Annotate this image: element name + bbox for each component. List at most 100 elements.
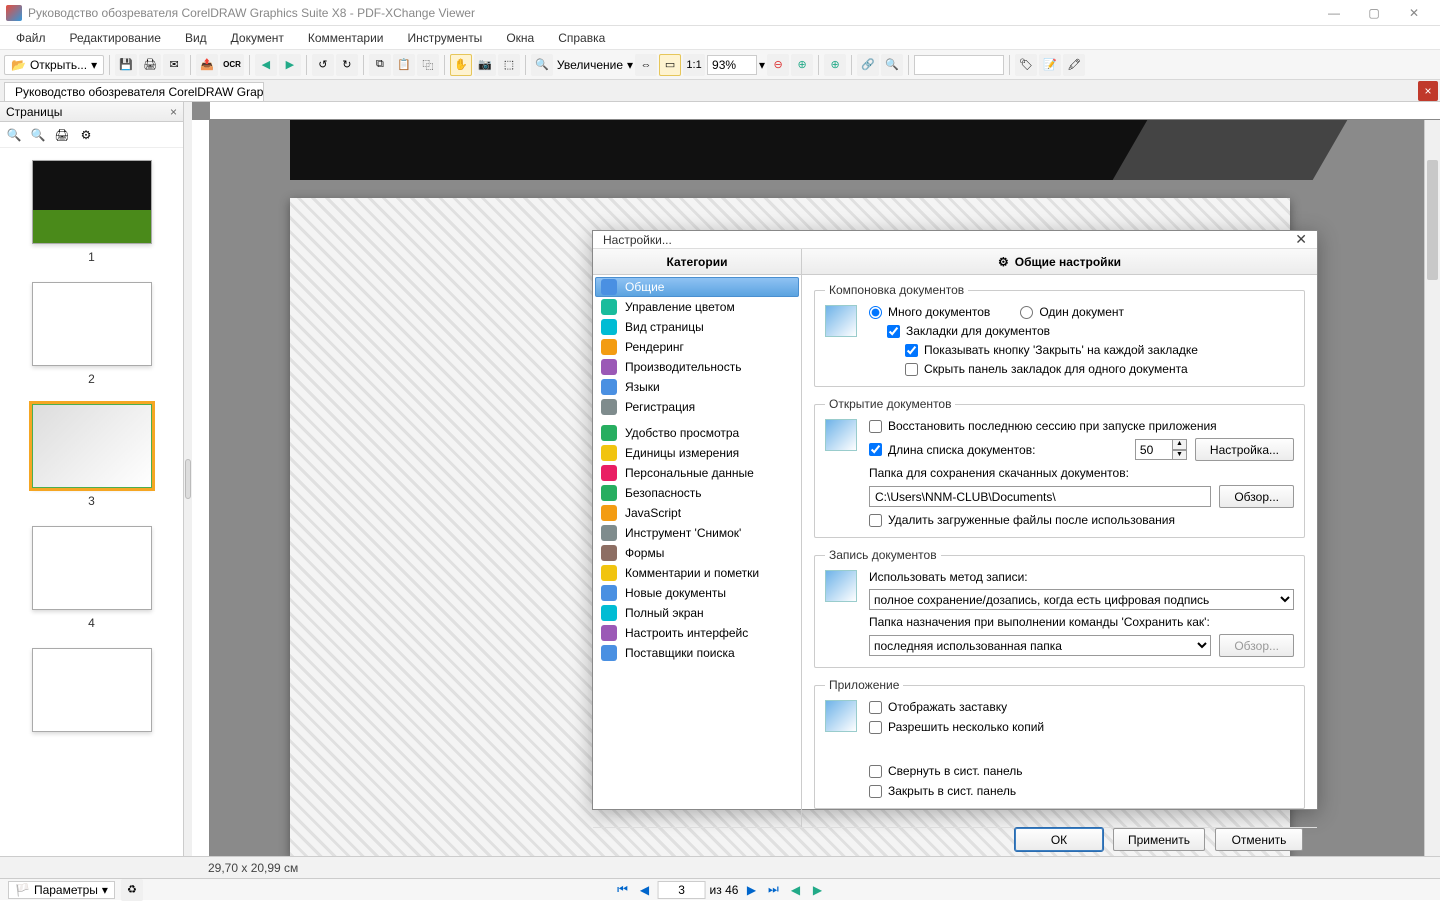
rotate-ccw-icon[interactable]: ↺ [312,54,334,76]
download-folder-input[interactable] [869,486,1211,507]
nav-forward-icon[interactable]: ▶ [808,881,826,899]
category-snapshot[interactable]: Инструмент 'Снимок' [595,523,799,543]
scrollbar-thumb[interactable] [1427,160,1438,280]
checkbox-minimize-tray[interactable] [869,765,882,778]
undo-icon[interactable]: ◀ [255,54,277,76]
splitter[interactable] [184,102,192,856]
paste-icon[interactable]: 📋 [393,54,415,76]
snapshot-icon[interactable]: 📷 [474,54,496,76]
stamp-icon[interactable]: 🏷 [1015,54,1037,76]
category-languages[interactable]: Языки [595,377,799,397]
checkbox-document-tabs[interactable] [887,325,900,338]
category-customize[interactable]: Настроить интерфейс [595,623,799,643]
email-icon[interactable]: ✉ [163,54,185,76]
zoom-in-thumb-icon[interactable]: 🔍 [4,125,24,145]
link-icon[interactable]: 🔗 [857,54,879,76]
category-performance[interactable]: Производительность [595,357,799,377]
page-thumbnail[interactable] [32,160,152,244]
checkbox-allow-multiple[interactable] [869,721,882,734]
page-thumbnail[interactable] [32,526,152,610]
checkbox-close-tray[interactable] [869,785,882,798]
category-new-docs[interactable]: Новые документы [595,583,799,603]
maximize-button[interactable]: ▢ [1354,0,1394,26]
prev-page-icon[interactable]: ◀ [636,881,654,899]
checkbox-restore-session[interactable] [869,420,882,433]
minimize-button[interactable]: — [1314,0,1354,26]
spin-down-icon[interactable]: ▼ [1173,450,1187,461]
checkbox-show-close-button[interactable] [905,344,918,357]
vertical-scrollbar[interactable] [1424,120,1440,856]
fit-width-icon[interactable]: ⇔ [635,54,657,76]
add-doc-icon[interactable]: ⊕ [824,54,846,76]
chevron-down-icon[interactable]: ▾ [759,58,765,72]
next-page-icon[interactable]: ▶ [742,881,760,899]
highlight-icon[interactable]: 🖍 [1063,54,1085,76]
list-length-stepper[interactable]: ▲▼ [1135,439,1187,460]
zoom-out-icon[interactable]: ⊖ [767,54,789,76]
checkbox-delete-after-use[interactable] [869,514,882,527]
category-general[interactable]: Общие [595,277,799,297]
close-all-tabs-icon[interactable]: × [1418,81,1438,101]
hand-icon[interactable]: ✋ [450,54,472,76]
select-icon[interactable]: ⬚ [498,54,520,76]
nav-back-icon[interactable]: ◀ [786,881,804,899]
menu-comments[interactable]: Комментарии [296,28,396,48]
spin-up-icon[interactable]: ▲ [1173,439,1187,450]
ok-button[interactable]: ОК [1015,828,1103,851]
category-rendering[interactable]: Рендеринг [595,337,799,357]
zoom-icon[interactable]: 🔍 [531,54,553,76]
menu-edit[interactable]: Редактирование [58,28,173,48]
category-identity[interactable]: Персональные данные [595,463,799,483]
page-thumbnail-selected[interactable] [32,404,152,488]
fit-page-icon[interactable]: ▭ [659,54,681,76]
open-button[interactable]: 📂 Открыть... ▾ [4,55,104,75]
document-tab[interactable]: Руководство обозревателя CorelDRAW Grap.… [4,82,264,101]
category-fullscreen[interactable]: Полный экран [595,603,799,623]
page-thumbnail[interactable] [32,282,152,366]
export-icon[interactable]: 📤 [196,54,218,76]
options-thumb-icon[interactable]: ⚙ [76,125,96,145]
copy-icon[interactable]: ⧉ [369,54,391,76]
search-input[interactable] [914,55,1004,75]
save-method-select[interactable]: полное сохранение/дозапись, когда есть ц… [869,589,1294,610]
setup-button[interactable]: Настройка... [1195,438,1294,461]
chevron-down-icon[interactable]: ▾ [627,58,633,72]
category-javascript[interactable]: JavaScript [595,503,799,523]
rotate-cw-icon[interactable]: ↻ [336,54,358,76]
category-registration[interactable]: Регистрация [595,397,799,417]
print-icon[interactable]: 🖨 [139,54,161,76]
saveas-folder-select[interactable]: последняя использованная папка [869,635,1211,656]
search-web-icon[interactable]: 🔍 [881,54,903,76]
category-accessibility[interactable]: Удобство просмотра [595,423,799,443]
close-button[interactable]: ✕ [1394,0,1434,26]
cancel-button[interactable]: Отменить [1215,828,1303,851]
page-number-input[interactable] [658,881,706,899]
category-security[interactable]: Безопасность [595,483,799,503]
zoom-out-thumb-icon[interactable]: 🔍 [28,125,48,145]
apply-button[interactable]: Применить [1113,828,1205,851]
zoom-in-icon[interactable]: ⊕ [791,54,813,76]
note-icon[interactable]: 📝 [1039,54,1061,76]
sidebar-close-icon[interactable]: × [170,105,177,119]
save-icon[interactable]: 💾 [115,54,137,76]
checkbox-hide-tabbar[interactable] [905,363,918,376]
ocr-icon[interactable]: OCR [220,54,244,76]
menu-windows[interactable]: Окна [494,28,546,48]
category-comments[interactable]: Комментарии и пометки [595,563,799,583]
page-thumbnail[interactable] [32,648,152,732]
category-page-view[interactable]: Вид страницы [595,317,799,337]
first-page-icon[interactable]: ⏮ [614,881,632,899]
browse-button[interactable]: Обзор... [1219,485,1294,508]
checkbox-show-splash[interactable] [869,701,882,714]
category-color[interactable]: Управление цветом [595,297,799,317]
dialog-close-icon[interactable]: ✕ [1295,231,1307,248]
category-search[interactable]: Поставщики поиска [595,643,799,663]
last-page-icon[interactable]: ⏭ [764,881,782,899]
menu-help[interactable]: Справка [546,28,617,48]
menu-view[interactable]: Вид [173,28,219,48]
refresh-icon[interactable]: ♻ [121,879,143,901]
category-forms[interactable]: Формы [595,543,799,563]
menu-file[interactable]: Файл [4,28,58,48]
redo-icon[interactable]: ▶ [279,54,301,76]
print-thumb-icon[interactable]: 🖨 [52,125,72,145]
